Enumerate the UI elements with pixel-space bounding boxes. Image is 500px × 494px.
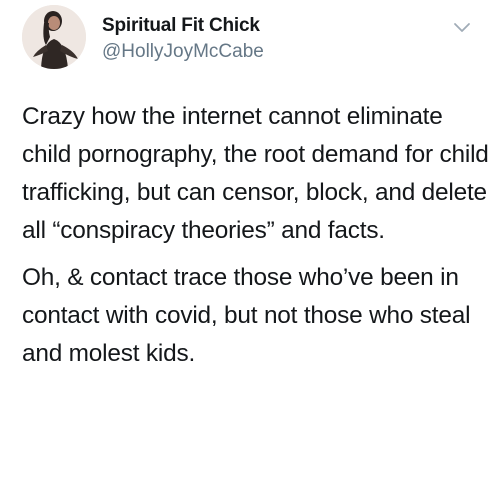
user-handle[interactable]: @HollyJoyMcCabe [102,41,264,63]
display-name[interactable]: Spiritual Fit Chick [102,15,260,37]
tweet-text: Crazy how the internet cannot eliminate … [22,98,492,373]
profile-photo-icon [22,5,86,69]
tweet-paragraph-1: Crazy how the internet cannot eliminate … [22,103,489,244]
chevron-down-icon[interactable] [453,22,471,34]
tweet-paragraph-2: Oh, & contact trace those who’ve been in… [22,264,471,367]
avatar[interactable] [22,5,86,69]
tweet: Spiritual Fit Chick @HollyJoyMcCabe Craz… [0,0,500,494]
